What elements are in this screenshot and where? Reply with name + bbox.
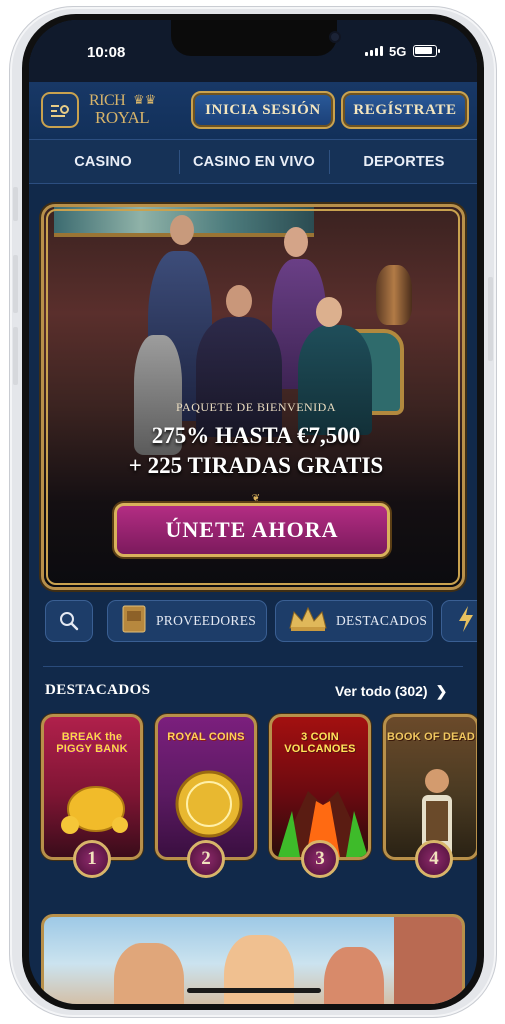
game-title: ROYAL COINS [167, 731, 245, 743]
rank-badge-2: 2 [187, 840, 225, 878]
category-nav: CASINO CASINO EN VIVO DEPORTES [29, 140, 477, 184]
search-button[interactable] [45, 600, 93, 642]
book-icon [122, 605, 146, 637]
rich-royal-logo[interactable]: RICH ♛♛ ROYAL [89, 90, 157, 130]
banner-subtitle: PAQUETE DE BIENVENIDA [175, 400, 337, 414]
royal-coin-icon [175, 770, 243, 838]
ornament-icon: ❦ [251, 493, 261, 504]
nav-sports[interactable]: DEPORTES [330, 140, 477, 184]
volume-down-button [13, 327, 18, 385]
section-divider [43, 666, 463, 667]
battery-icon [413, 45, 440, 57]
nav-casino[interactable]: CASINO [29, 140, 177, 184]
menu-search-icon [60, 105, 69, 114]
logo-crown-icon: ♛♛ [133, 92, 157, 107]
promo-character [114, 943, 184, 1004]
network-type: 5G [389, 44, 407, 59]
rank-badge-3: 3 [301, 840, 339, 878]
chevron-right-icon: ❯ [435, 683, 448, 699]
promo-character [224, 935, 294, 1004]
dynamic-notch [171, 20, 341, 56]
join-now-button[interactable]: ÚNETE AHORA [114, 503, 390, 557]
providers-label: PROVEEDORES [156, 613, 257, 628]
featured-chip[interactable]: DESTACADOS [275, 600, 433, 642]
camera-icon [329, 31, 341, 43]
menu-search-button[interactable] [41, 92, 79, 128]
login-button[interactable]: INICIA SESIÓN [191, 91, 335, 129]
power-button [488, 277, 493, 361]
character-head [284, 227, 308, 257]
game-title: BOOK OF DEAD [387, 731, 475, 743]
banner-offer-line2: + 225 TIRADAS GRATIS [128, 453, 384, 478]
view-all-link[interactable]: Ver todo (302) ❯ [335, 683, 447, 700]
promo-arches [394, 917, 462, 1004]
rank-badge-1: 1 [73, 840, 111, 878]
character-head [226, 285, 252, 317]
nav-live-casino[interactable]: CASINO EN VIVO [180, 140, 328, 184]
top-header: RICH ♛♛ ROYAL INICIA SESIÓN REGÍSTRATE [29, 82, 477, 140]
filter-bar: PROVEEDORES DESTACADOS [29, 600, 477, 648]
providers-chip[interactable]: PROVEEDORES [107, 600, 267, 642]
more-chip[interactable] [441, 600, 477, 642]
character-blonde-woman [298, 325, 372, 435]
register-button[interactable]: REGÍSTRATE [341, 91, 469, 129]
mute-switch [13, 187, 18, 221]
search-icon [60, 612, 79, 631]
banner-vase [376, 265, 412, 325]
character-old-man [196, 317, 282, 437]
featured-label: DESTACADOS [336, 613, 428, 628]
game-title: 3 COIN VOLCANOES [284, 731, 356, 755]
status-time: 10:08 [87, 44, 126, 61]
game-title: BREAK the PIGGY BANK [56, 731, 128, 755]
screen: 10:08 5G RICH ♛♛ ROYAL INICIA SESIÓN REG… [29, 20, 477, 1004]
rank-badge-4: 4 [415, 840, 453, 878]
game-card-1[interactable]: BREAK the PIGGY BANK [41, 714, 143, 860]
volume-up-button [13, 255, 18, 313]
promo-character [324, 947, 384, 1004]
character-head [170, 215, 194, 245]
character-head [316, 297, 342, 327]
welcome-banner[interactable]: PAQUETE DE BIENVENIDA 275% HASTA €7,500 … [41, 204, 465, 590]
game-card-4[interactable]: BOOK OF DEAD [383, 714, 477, 860]
banner-offer-line1: 275% HASTA €7,500 [151, 423, 361, 448]
featured-section-title: DESTACADOS [45, 682, 151, 698]
home-indicator[interactable] [187, 988, 321, 993]
game-card-3[interactable]: 3 COIN VOLCANOES [269, 714, 371, 860]
piggy-bank-icon [61, 786, 128, 834]
crown-icon [288, 606, 328, 636]
status-bar: 10:08 5G [29, 20, 477, 82]
lightning-icon [456, 605, 476, 637]
game-card-2[interactable]: ROYAL COINS [155, 714, 257, 860]
